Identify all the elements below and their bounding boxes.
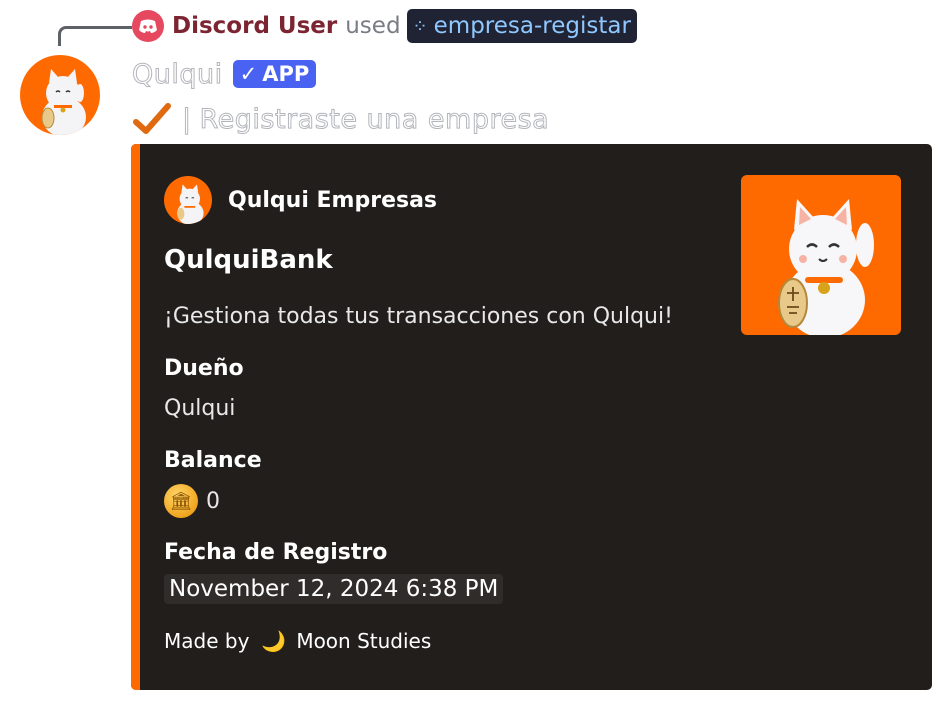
reply-username[interactable]: Discord User bbox=[172, 13, 337, 39]
bot-username[interactable]: Qulqui bbox=[132, 58, 223, 90]
command-reply-header: Discord User used ⁘ empresa-registar bbox=[132, 8, 637, 44]
field-value-owner: Qulqui bbox=[164, 396, 236, 421]
coin-icon: 🏛 bbox=[164, 484, 198, 518]
discord-logo-icon bbox=[132, 10, 164, 42]
embed-author-avatar bbox=[164, 176, 212, 224]
embed-thumbnail[interactable] bbox=[741, 175, 901, 335]
timestamp-chip[interactable]: November 12, 2024 6:38 PM bbox=[164, 574, 504, 604]
lucky-cat-icon bbox=[41, 69, 86, 135]
embed-author: Qulqui Empresas bbox=[164, 176, 437, 224]
lucky-cat-icon bbox=[778, 199, 874, 335]
message-content: | Registraste una empresa bbox=[132, 100, 549, 138]
app-badge: ✓ APP bbox=[232, 60, 317, 88]
slash-command-chip[interactable]: ⁘ empresa-registar bbox=[406, 9, 637, 43]
crescent-moon-icon: 🌙 bbox=[261, 629, 287, 653]
footer-name: Moon Studies bbox=[296, 629, 432, 653]
message-text: Registraste una empresa bbox=[199, 103, 550, 135]
slash-command-icon: ⁘ bbox=[412, 15, 428, 37]
embed-description: ¡Gestiona todas tus transacciones con Qu… bbox=[164, 304, 673, 329]
reply-connector-line bbox=[58, 26, 132, 46]
app-badge-label: APP bbox=[262, 62, 310, 86]
field-value-balance-row: 🏛 0 bbox=[164, 484, 220, 518]
bot-avatar[interactable] bbox=[20, 55, 100, 135]
footer-prefix: Made by bbox=[164, 629, 250, 653]
check-mark-icon bbox=[133, 103, 171, 134]
field-value-balance: 0 bbox=[206, 488, 220, 514]
verified-check-icon: ✓ bbox=[239, 62, 258, 86]
field-name-owner: Dueño bbox=[164, 356, 244, 381]
reply-used-text: used bbox=[345, 13, 401, 39]
embed-title: QulquiBank bbox=[164, 245, 333, 275]
field-value-registration-date-row: November 12, 2024 6:38 PM bbox=[164, 574, 504, 604]
message-separator: | bbox=[182, 103, 192, 135]
embed-accent-bar bbox=[131, 144, 140, 690]
message-header: Qulqui ✓ APP bbox=[132, 56, 317, 92]
field-name-balance: Balance bbox=[164, 448, 262, 473]
command-name: empresa-registar bbox=[433, 13, 631, 39]
embed-footer: Made by 🌙 Moon Studies bbox=[164, 629, 431, 653]
field-name-registration-date: Fecha de Registro bbox=[164, 540, 388, 565]
embed-author-name: Qulqui Empresas bbox=[228, 187, 438, 213]
lucky-cat-icon bbox=[177, 184, 204, 224]
embed-card: Qulqui Empresas QulquiBank ¡Gestiona tod… bbox=[131, 144, 932, 690]
